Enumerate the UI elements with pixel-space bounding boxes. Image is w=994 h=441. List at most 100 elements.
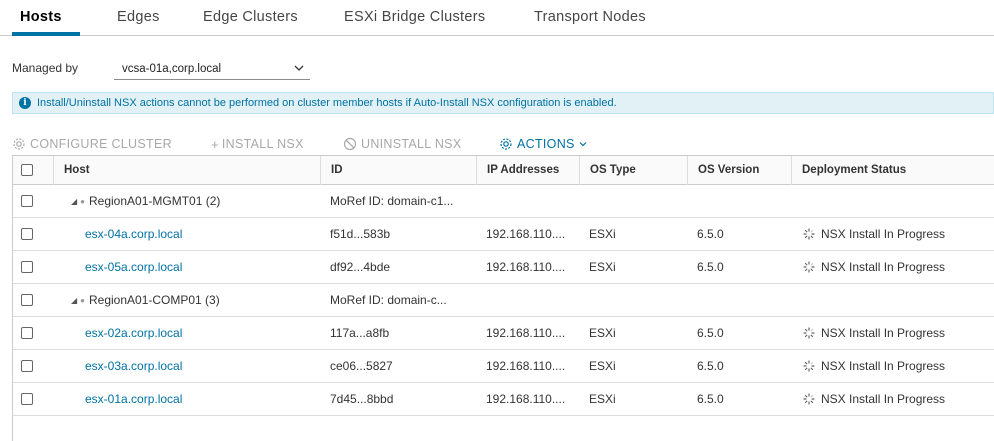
info-icon: i xyxy=(19,97,31,109)
os-version-cell xyxy=(697,284,791,317)
tab-edge-clusters[interactable]: Edge Clusters xyxy=(203,9,298,25)
os-version-cell xyxy=(697,185,791,218)
table-row[interactable]: esx-01a.corp.local 7d45...8bbd 192.168.110… xyxy=(13,383,994,416)
row-checkbox[interactable] xyxy=(21,393,33,405)
ip-cell-text: 192.168.110.... xyxy=(486,227,566,241)
deployment-status-text: NSX Install In Progress xyxy=(821,326,946,340)
managed-by-label: Managed by xyxy=(12,61,79,75)
chevron-down-icon xyxy=(579,142,587,147)
ip-cell-text: 192.168.110.... xyxy=(486,260,566,274)
deployment-status-text: NSX Install In Progress xyxy=(821,260,946,274)
actions-label: ACTIONS xyxy=(517,137,575,151)
tab-hosts[interactable]: Hosts xyxy=(20,9,62,25)
info-banner: i Install/Uninstall NSX actions cannot b… xyxy=(12,92,994,114)
ip-cell-text: 192.168.110.... xyxy=(486,392,566,406)
column-header-id[interactable]: ID xyxy=(320,156,476,185)
cluster-row[interactable]: ◢ ● RegionA01-COMP01 (3) MoRef ID: domain-c… xyxy=(13,284,994,317)
plus-icon: + xyxy=(211,136,219,152)
expand-caret-icon[interactable]: ◢ xyxy=(71,285,77,317)
column-header-os-version[interactable]: OS Version xyxy=(687,156,791,185)
id-cell-text: f51d...583b xyxy=(330,227,391,241)
host-name-link[interactable]: esx-03a.corp.local xyxy=(85,350,315,383)
ip-cell: 192.168.110.... xyxy=(486,350,579,383)
id-cell-text: 7d45...8bbd xyxy=(330,392,394,406)
expand-caret-icon[interactable]: ◢ xyxy=(71,186,77,218)
tab-transport-nodes[interactable]: Transport Nodes xyxy=(534,9,646,25)
row-checkbox[interactable] xyxy=(21,261,33,273)
row-checkbox[interactable] xyxy=(21,294,33,306)
table-row[interactable]: esx-05a.corp.local df92...4bde 192.168.110… xyxy=(13,251,994,284)
row-checkbox[interactable] xyxy=(21,327,33,339)
header-select-cell xyxy=(13,156,53,185)
spinner-icon xyxy=(803,360,815,372)
id-cell-text: ce06...5827 xyxy=(330,359,393,373)
spinner-icon xyxy=(803,261,815,273)
row-checkbox[interactable] xyxy=(21,360,33,372)
uninstall-nsx-button[interactable]: UNINSTALL NSX xyxy=(343,134,461,154)
host-name-link[interactable]: esx-01a.corp.local xyxy=(85,383,315,416)
uninstall-nsx-label: UNINSTALL NSX xyxy=(361,137,462,151)
managed-by-select[interactable]: vcsa-01a,corp.local xyxy=(114,58,310,80)
cluster-name: RegionA01-COMP01 (3) xyxy=(89,293,220,307)
configure-cluster-label: CONFIGURE CLUSTER xyxy=(30,137,172,151)
spinner-icon xyxy=(803,327,815,339)
os-type-cell: ESXi xyxy=(589,317,687,350)
cluster-name: RegionA01-MGMT01 (2) xyxy=(89,194,221,208)
os-type-cell xyxy=(589,284,687,317)
table-row[interactable]: esx-04a.corp.local f51d...583b 192.168.110… xyxy=(13,218,994,251)
host-name-link[interactable]: esx-05a.corp.local xyxy=(85,251,315,284)
os-type-cell: ESXi xyxy=(589,218,687,251)
ip-cell: 192.168.110.... xyxy=(486,317,579,350)
os-version-cell: 6.5.0 xyxy=(697,251,791,284)
column-header-os-type[interactable]: OS Type xyxy=(579,156,687,185)
deployment-status-text: NSX Install In Progress xyxy=(821,227,946,241)
gear-icon xyxy=(13,138,25,150)
ip-cell: 192.168.110.... xyxy=(486,251,579,284)
table-row[interactable]: esx-03a.corp.local ce06...5827 192.168.110… xyxy=(13,350,994,383)
tab-edges[interactable]: Edges xyxy=(117,9,160,25)
os-version-cell: 6.5.0 xyxy=(697,350,791,383)
os-version-cell-text: 6.5.0 xyxy=(697,326,724,340)
deployment-status-cell: NSX Install In Progress xyxy=(803,317,993,350)
toolbar: CONFIGURE CLUSTER + INSTALL NSX UNINSTAL… xyxy=(12,134,712,154)
column-header-ip-addresses[interactable]: IP Addresses xyxy=(476,156,579,185)
os-version-cell-text: 6.5.0 xyxy=(697,359,724,373)
host-name-link[interactable]: esx-02a.corp.local xyxy=(85,317,315,350)
deployment-status-text: NSX Install In Progress xyxy=(821,392,946,406)
spinner-icon xyxy=(803,393,815,405)
id-cell-text: MoRef ID: domain-c1... xyxy=(330,194,454,208)
os-type-cell xyxy=(589,185,687,218)
host-name-link[interactable]: esx-04a.corp.local xyxy=(85,218,315,251)
info-banner-message: Install/Uninstall NSX actions cannot be … xyxy=(37,97,617,109)
deployment-status-cell: NSX Install In Progress xyxy=(803,218,993,251)
ip-cell xyxy=(486,185,579,218)
os-type-cell-text: ESXi xyxy=(589,392,616,406)
id-cell: 7d45...8bbd xyxy=(330,383,476,416)
host-name-link-text: esx-05a.corp.local xyxy=(85,260,183,274)
deployment-status-cell: NSX Install In Progress xyxy=(803,350,993,383)
configure-cluster-button[interactable]: CONFIGURE CLUSTER xyxy=(12,134,172,154)
column-header-deployment-status[interactable]: Deployment Status xyxy=(791,156,994,185)
chevron-down-icon xyxy=(294,60,304,79)
row-checkbox[interactable] xyxy=(21,195,33,207)
id-cell: f51d...583b xyxy=(330,218,476,251)
table-row[interactable]: esx-02a.corp.local 117a...a8fb 192.168.110… xyxy=(13,317,994,350)
select-all-checkbox[interactable] xyxy=(21,164,33,176)
spinner-icon xyxy=(803,228,815,240)
row-checkbox[interactable] xyxy=(21,228,33,240)
active-tab-indicator xyxy=(12,32,80,36)
install-nsx-button[interactable]: + INSTALL NSX xyxy=(211,134,304,154)
os-type-cell: ESXi xyxy=(589,350,687,383)
id-cell: MoRef ID: domain-c... xyxy=(330,284,476,317)
os-type-cell-text: ESXi xyxy=(589,359,616,373)
hosts-table: Host ID IP Addresses OS Type OS Version … xyxy=(12,155,994,441)
cluster-row[interactable]: ◢ ● RegionA01-MGMT01 (2) MoRef ID: domain-c… xyxy=(13,185,994,218)
actions-menu-button[interactable]: ACTIONS xyxy=(499,134,592,154)
cluster-name-cell: ◢ ● RegionA01-COMP01 (3) xyxy=(71,284,311,317)
os-type-cell-text: ESXi xyxy=(589,326,616,340)
column-header-host[interactable]: Host xyxy=(53,156,320,185)
tab-esxi-bridge-clusters[interactable]: ESXi Bridge Clusters xyxy=(344,9,485,25)
deployment-status-cell: NSX Install In Progress xyxy=(803,383,993,416)
managed-by-value: vcsa-01a,corp.local xyxy=(122,63,222,75)
cluster-dot-icon: ● xyxy=(80,197,85,206)
